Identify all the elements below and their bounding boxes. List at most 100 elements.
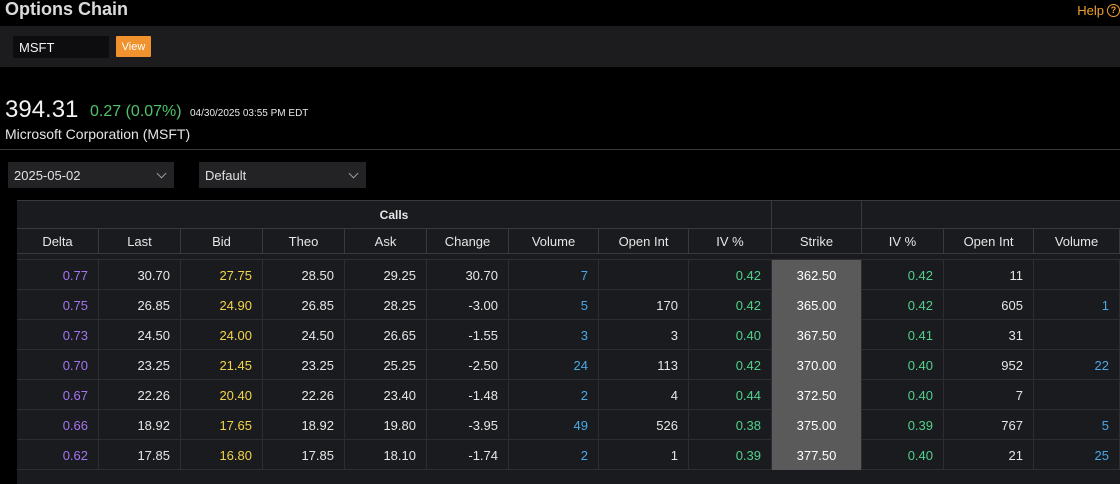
cell-delta: 0.75 [17,290,99,320]
strike-group-header [772,201,862,229]
table-row[interactable]: 0.66 18.92 17.65 18.92 19.80 -3.95 49 526 0.38 37… [17,410,1120,440]
view-select[interactable]: Default [199,162,366,188]
help-label: Help [1077,3,1104,18]
column-header-theo[interactable]: Theo [263,229,345,254]
cell-theo: 18.92 [263,410,345,440]
cell-iv: 0.44 [689,380,772,410]
table-row[interactable]: 0.75 26.85 24.90 26.85 28.25 -3.00 5 170 0.42 365… [17,290,1120,320]
page-title: Options Chain [5,0,128,19]
cell-strike: 367.50 [772,320,862,350]
view-value: Default [205,167,247,183]
cell-strike: 362.50 [772,260,862,290]
cell-theo: 28.50 [263,260,345,290]
cell-put-volume: 1 [1034,290,1120,320]
cell-delta: 0.66 [17,410,99,440]
calls-group-header: Calls [17,201,772,229]
cell-open-int: 170 [599,290,689,320]
price-change: 0.27 (0.07%) [90,103,182,120]
cell-strike: 375.00 [772,410,862,440]
cell-ask: 23.40 [345,380,427,410]
cell-delta: 0.73 [17,320,99,350]
cell-put-open-int: 31 [944,320,1034,350]
cell-change: -2.50 [427,350,509,380]
options-table: Calls Delta Last Bid Theo Ask Change Volume Ope… [17,200,1120,484]
column-header-change[interactable]: Change [427,229,509,254]
cell-last: 24.50 [99,320,181,350]
column-header-last[interactable]: Last [99,229,181,254]
cell-delta: 0.70 [17,350,99,380]
cell-delta: 0.62 [17,440,99,470]
column-header-put-volume[interactable]: Volume [1034,229,1120,254]
cell-iv: 0.39 [689,440,772,470]
column-header-put-open-int[interactable]: Open Int [944,229,1034,254]
cell-volume: 49 [509,410,599,440]
cell-bid: 24.90 [181,290,263,320]
cell-put-iv: 0.39 [862,410,944,440]
cell-change: -1.74 [427,440,509,470]
cell-ask: 25.25 [345,350,427,380]
symbol-input[interactable] [13,36,109,58]
table-row[interactable]: 0.67 22.26 20.40 22.26 23.40 -1.48 2 4 0.44 372.5… [17,380,1120,410]
view-button[interactable]: View [116,36,151,57]
cell-put-open-int: 7 [944,380,1034,410]
cell-volume: 2 [509,440,599,470]
table-row[interactable]: 0.73 24.50 24.00 24.50 26.65 -1.55 3 3 0.40 367.5… [17,320,1120,350]
column-header-volume[interactable]: Volume [509,229,599,254]
column-header-put-iv[interactable]: IV % [862,229,944,254]
cell-open-int: 3 [599,320,689,350]
expiration-select[interactable]: 2025-05-02 [8,162,174,188]
company-name: Microsoft Corporation (MSFT) [5,126,191,142]
cell-last: 23.25 [99,350,181,380]
cell-bid: 27.75 [181,260,263,290]
cell-strike: 372.50 [772,380,862,410]
cell-put-iv: 0.42 [862,260,944,290]
cell-open-int: 4 [599,380,689,410]
table-row[interactable]: 0.62 17.85 16.80 17.85 18.10 -1.74 2 1 0.39 377.5… [17,440,1120,470]
cell-change: -1.55 [427,320,509,350]
cell-put-volume [1034,320,1120,350]
cell-iv: 0.38 [689,410,772,440]
chevron-down-icon [156,168,167,179]
cell-change: 30.70 [427,260,509,290]
cell-put-volume [1034,380,1120,410]
cell-iv: 0.42 [689,260,772,290]
table-row[interactable]: 0.70 23.25 21.45 23.25 25.25 -2.50 24 113 0.42 37… [17,350,1120,380]
last-price: 394.31 [5,96,79,123]
column-header-delta[interactable]: Delta [17,229,99,254]
cell-put-open-int: 11 [944,260,1034,290]
table-row[interactable]: 0.77 30.70 27.75 28.50 29.25 30.70 7 0.42 362.50… [17,260,1120,290]
cell-open-int [599,260,689,290]
cell-put-open-int: 952 [944,350,1034,380]
column-header-row: Delta Last Bid Theo Ask Change Volume Open Int I… [17,228,1120,254]
cell-put-volume: 22 [1034,350,1120,380]
cell-open-int: 113 [599,350,689,380]
cell-ask: 26.65 [345,320,427,350]
cell-change: -3.00 [427,290,509,320]
symbol-toolbar: View [0,26,1120,67]
cell-iv: 0.42 [689,350,772,380]
cell-volume: 7 [509,260,599,290]
expiration-value: 2025-05-02 [14,167,81,183]
cell-volume: 24 [509,350,599,380]
cell-volume: 2 [509,380,599,410]
cell-change: -3.95 [427,410,509,440]
column-header-open-int[interactable]: Open Int [599,229,689,254]
cell-last: 22.26 [99,380,181,410]
cell-ask: 29.25 [345,260,427,290]
puts-group-header [862,201,1120,229]
cell-ask: 18.10 [345,440,427,470]
help-link[interactable]: Help ? [1077,3,1120,18]
cell-strike: 370.00 [772,350,862,380]
cell-theo: 17.85 [263,440,345,470]
cell-change: -1.48 [427,380,509,410]
cell-last: 26.85 [99,290,181,320]
cell-theo: 24.50 [263,320,345,350]
column-header-bid[interactable]: Bid [181,229,263,254]
quote-timestamp: 04/30/2025 03:55 PM EDT [190,108,309,119]
column-header-strike[interactable]: Strike [772,229,862,254]
cell-volume: 5 [509,290,599,320]
column-header-iv[interactable]: IV % [689,229,772,254]
chevron-down-icon [348,168,359,179]
cell-put-iv: 0.41 [862,320,944,350]
column-header-ask[interactable]: Ask [345,229,427,254]
